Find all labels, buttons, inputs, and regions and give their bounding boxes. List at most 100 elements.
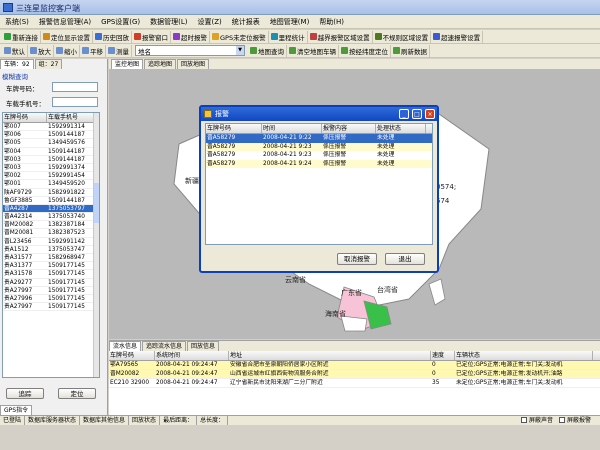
col-vehicle-status[interactable]: 车辆状态	[455, 351, 593, 360]
cell-plate: 鲁GF3885	[4, 197, 33, 204]
tab-vehicles[interactable]: 车辆：92	[0, 59, 34, 69]
cell-phone: 1509177145	[48, 304, 85, 311]
table-row[interactable]: 晋A42314 1375053740	[3, 213, 99, 222]
menu-item[interactable]: 地图管理(M)	[265, 15, 315, 29]
locate-button[interactable]: 定位	[58, 388, 96, 399]
col-plate[interactable]: 车牌号码	[109, 351, 155, 360]
menu-item[interactable]: GPS设置(G)	[96, 15, 145, 29]
table-row[interactable]: 贵A31577 1582968947	[3, 254, 99, 263]
measure-button[interactable]: 测量	[106, 44, 132, 57]
table-row[interactable]: 鄂A79565 2008-04-21 09:24:47 安徽省合肥市圣泉朝阳侨居家小…	[109, 361, 600, 370]
exit-button[interactable]: 退出	[385, 253, 425, 265]
phone-input[interactable]	[52, 97, 98, 107]
minimize-icon[interactable]: _	[399, 109, 409, 119]
col-time[interactable]: 时间	[262, 124, 322, 133]
table-row[interactable]: 鲁GF3885 1509144187	[3, 197, 99, 205]
maximize-icon[interactable]: □	[412, 109, 422, 119]
table-cell: 2008-04-21 9:23	[263, 152, 312, 158]
table-row[interactable]: 贵A31377 1509177145	[3, 262, 99, 271]
cancel-alarm-button[interactable]: 取消报警	[337, 253, 377, 265]
col-plate[interactable]: 车牌号码	[206, 124, 262, 133]
table-row[interactable]: 晋A58279 2008-04-21 9:23 係压报警 未处理	[206, 142, 432, 151]
toolbar-button[interactable]: 历史回放	[93, 30, 132, 43]
table-row[interactable]: 贵A27997 1509177145	[3, 287, 99, 295]
tab-replay-info[interactable]: 回放信息	[187, 341, 220, 351]
mute-sound-checkbox[interactable]: 屏蔽声音	[518, 416, 556, 426]
cell-plate: 鄂002	[4, 173, 21, 180]
toolbar-button[interactable]: 不规则区域设置	[373, 30, 432, 43]
table-row[interactable]: 鄂007 1592991314	[3, 123, 99, 132]
zoom-in-button[interactable]: 放大	[28, 44, 54, 57]
pan-button[interactable]: 平移	[80, 44, 106, 57]
plate-input[interactable]	[52, 82, 98, 92]
menu-item[interactable]: 系统(S)	[0, 15, 34, 29]
table-row[interactable]: 鄂003 1509144187	[3, 156, 99, 164]
table-row[interactable]: 贵A31578 1509177145	[3, 270, 99, 279]
tab-replay-map[interactable]: 回放地图	[177, 59, 210, 69]
place-combo[interactable]: 地名 ▼	[135, 45, 245, 56]
refresh-data-button[interactable]: 刷新数据	[391, 44, 430, 57]
tab-monitor-map[interactable]: 监控地图	[111, 59, 144, 69]
col-alarm-content[interactable]: 报警内容	[322, 124, 376, 133]
table-row[interactable]: 鄂004 1509144187	[3, 148, 99, 156]
tab-track-map[interactable]: 追踪地图	[144, 59, 177, 69]
table-row[interactable]: 晋M20082 2008-04-21 09:24:47 山西省运城市红旗西街物流服务…	[109, 370, 600, 379]
col-phone[interactable]: 车载手机号	[47, 113, 95, 122]
menu-item[interactable]: 帮助(H)	[314, 15, 349, 29]
tab-track-flow[interactable]: 追踪流水信息	[142, 341, 187, 351]
col-plate[interactable]: 车牌号码	[3, 113, 47, 122]
table-row[interactable]: 贵A27997 1509177145	[3, 303, 99, 312]
toolbar-button[interactable]: 报警窗口	[132, 30, 171, 43]
table-row[interactable]: 晋A58279 2008-04-21 9:24 係压报警 未处理	[206, 159, 432, 168]
zoom-out-button[interactable]: 缩小	[54, 44, 80, 57]
toolbar-button[interactable]: 超时报警	[171, 30, 210, 43]
table-row[interactable]: 陕AF9729 1582991822	[3, 189, 99, 197]
table-row[interactable]: 鄂003 1592991374	[3, 164, 99, 173]
table-row[interactable]: 贵A29277 1509177145	[3, 279, 99, 287]
toolbar-button[interactable]: 超速报警设置	[431, 30, 484, 43]
col-system-time[interactable]: 系统时间	[155, 351, 229, 360]
table-cell: 未处理	[377, 143, 395, 150]
table-row[interactable]: 晋A58279 2008-04-21 9:22 係压报警 未处理	[206, 134, 432, 143]
table-row[interactable]: 鄂005 1349459576	[3, 139, 99, 148]
table-row[interactable]: 晋A4287 1375053797	[3, 204, 99, 214]
toolbar-button[interactable]: GPS未定位报警	[210, 30, 269, 43]
table-row[interactable]: 贵A1512 1375053747	[3, 246, 99, 254]
toolbar-button[interactable]: 里程统计	[269, 30, 308, 43]
chevron-down-icon[interactable]: ▼	[236, 46, 244, 55]
table-row[interactable]: 晋M20081 1382387523	[3, 229, 99, 238]
table-row[interactable]: 贵A27996 1509177145	[3, 295, 99, 304]
toolbar-button[interactable]: 越界报警区域设置	[308, 30, 373, 43]
table-row[interactable]: 鄂002 1592991454	[3, 172, 99, 181]
tab-groups[interactable]: 组：27	[34, 59, 63, 69]
toolbar-icon	[309, 33, 317, 40]
scroll-thumb[interactable]	[94, 183, 99, 223]
track-button[interactable]: 追踪	[6, 388, 44, 399]
toolbar-button[interactable]: 定位显示设置	[41, 30, 93, 43]
alarm-dialog-titlebar[interactable]: 报警 _ □ ×	[201, 107, 437, 121]
clear-map-vehicles-button[interactable]: 清空地图车辆	[287, 44, 339, 57]
locate-by-coords-button[interactable]: 按经纬度定位	[339, 44, 391, 57]
toolbar-button-label: 不规则区域设置	[382, 33, 429, 42]
table-row[interactable]: 晋M20082 1382387184	[3, 221, 99, 230]
menu-item[interactable]: 数据管理(L)	[145, 15, 192, 29]
toolbar-button[interactable]: 重新连接	[2, 30, 41, 43]
default-cursor-button[interactable]: 默认	[2, 44, 28, 57]
col-address[interactable]: 地址	[229, 351, 431, 360]
col-status[interactable]: 处理状态	[376, 124, 426, 133]
table-row[interactable]: 鄂006 1509144187	[3, 131, 99, 140]
vehicle-scrollbar[interactable]	[93, 113, 99, 377]
menu-item[interactable]: 报警信息管理(A)	[34, 15, 96, 29]
menu-item[interactable]: 统计报表	[227, 15, 265, 29]
table-row[interactable]: 鄂001 1349459520	[3, 180, 99, 189]
tab-flow-info[interactable]: 流水信息	[109, 341, 142, 351]
window-title: 三连星监控客户端	[16, 4, 80, 13]
map-search-button[interactable]: 地图查询	[248, 44, 287, 57]
table-row[interactable]: EC210 32900 2008-04-21 09:24:47 辽宁省新民市沈阳来湖…	[109, 379, 600, 388]
col-speed[interactable]: 速度	[431, 351, 455, 360]
mute-alarm-checkbox[interactable]: 屏蔽报警	[556, 416, 594, 426]
table-row[interactable]: 晋L23456 1592991142	[3, 238, 99, 246]
menu-item[interactable]: 设置(Z)	[193, 15, 227, 29]
close-icon[interactable]: ×	[425, 109, 435, 119]
table-row[interactable]: 晋A58279 2008-04-21 9:23 係压报警 未处理	[206, 151, 432, 160]
